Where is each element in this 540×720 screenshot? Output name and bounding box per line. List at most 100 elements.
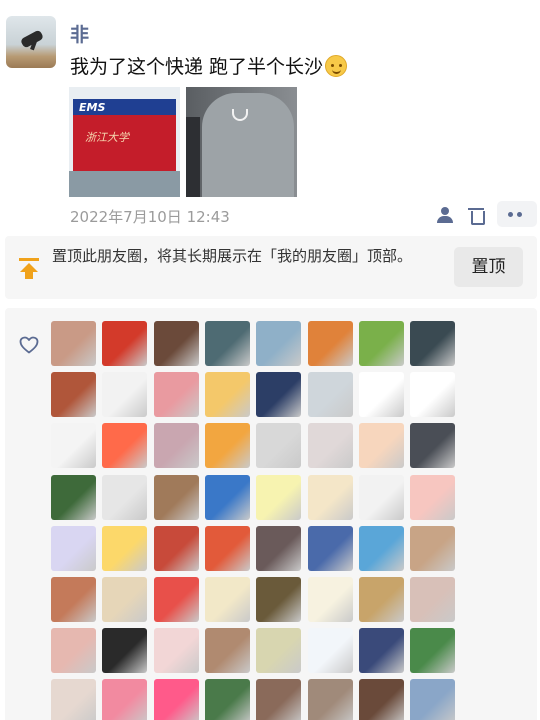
liker-avatar[interactable] (410, 628, 456, 674)
liker-avatar[interactable] (204, 423, 250, 469)
liker-avatar-image (307, 679, 353, 720)
liker-avatar[interactable] (204, 628, 250, 674)
liker-avatar[interactable] (51, 423, 96, 469)
liker-avatar[interactable] (410, 423, 456, 469)
person-icon[interactable] (436, 207, 456, 223)
liker-avatar[interactable] (358, 321, 404, 366)
liker-avatar[interactable] (410, 474, 456, 520)
photo-shirt (202, 93, 294, 197)
liker-avatar[interactable] (153, 423, 199, 469)
liker-avatar-image (153, 372, 199, 418)
likes-section (5, 308, 537, 720)
post-photo-2[interactable] (186, 87, 297, 197)
liker-avatar-image (204, 474, 250, 520)
liker-avatar[interactable] (153, 577, 199, 622)
liker-avatar[interactable] (410, 525, 456, 571)
liker-avatar[interactable] (153, 679, 199, 720)
liker-avatar-image (204, 525, 250, 571)
liker-avatar[interactable] (51, 679, 96, 720)
liker-avatar[interactable] (256, 525, 302, 571)
photo-chair (186, 117, 200, 197)
heart-icon (19, 336, 39, 354)
liker-avatar[interactable] (102, 474, 148, 520)
liker-avatar-image (102, 525, 148, 571)
liker-avatar[interactable] (51, 372, 96, 418)
liker-avatar-image (204, 321, 250, 366)
liker-avatar[interactable] (358, 423, 404, 469)
post-photo-1[interactable]: EMS 浙江大学 (69, 87, 180, 197)
liker-avatar[interactable] (51, 525, 96, 571)
liker-avatar-image (307, 577, 353, 622)
liker-avatar[interactable] (102, 372, 148, 418)
pin-to-top-card: 置顶此朋友圈，将其长期展示在「我的朋友圈」顶部。 置顶 (5, 236, 537, 299)
liker-avatar[interactable] (307, 423, 353, 469)
liker-avatar[interactable] (307, 525, 353, 571)
liker-avatar[interactable] (256, 628, 302, 674)
liker-avatar[interactable] (256, 474, 302, 520)
liker-avatar[interactable] (204, 321, 250, 366)
more-icon-dot (517, 212, 522, 217)
liker-avatar[interactable] (204, 372, 250, 418)
liker-avatar[interactable] (256, 679, 302, 720)
liker-avatar[interactable] (307, 474, 353, 520)
liker-avatar-image (410, 474, 456, 520)
author-avatar[interactable] (6, 16, 56, 68)
trash-icon[interactable] (468, 207, 485, 225)
liker-avatar[interactable] (153, 525, 199, 571)
liker-avatar[interactable] (358, 679, 404, 720)
liker-avatar-image (358, 423, 404, 469)
liker-avatar-image (358, 577, 404, 622)
liker-avatar[interactable] (307, 679, 353, 720)
liker-avatar[interactable] (102, 577, 148, 622)
liker-avatar[interactable] (307, 372, 353, 418)
liker-avatar[interactable] (204, 525, 250, 571)
liker-avatar[interactable] (51, 321, 96, 366)
liker-avatar[interactable] (51, 577, 96, 622)
liker-avatar[interactable] (153, 321, 199, 366)
liker-avatar[interactable] (102, 321, 148, 366)
liker-avatar[interactable] (204, 577, 250, 622)
liker-avatar[interactable] (204, 679, 250, 720)
liker-avatar-image (153, 525, 199, 571)
liker-avatar-image (51, 321, 96, 366)
liker-avatar-image (51, 474, 96, 520)
liker-avatar-image (51, 423, 96, 469)
liker-avatar[interactable] (358, 525, 404, 571)
liker-avatar[interactable] (256, 372, 302, 418)
liker-avatar[interactable] (51, 628, 96, 674)
liker-avatar[interactable] (410, 577, 456, 622)
liker-avatar[interactable] (256, 321, 302, 366)
liker-avatar-image (51, 577, 96, 622)
liker-avatar[interactable] (256, 577, 302, 622)
liker-avatar[interactable] (153, 628, 199, 674)
liker-avatar[interactable] (307, 321, 353, 366)
liker-avatar[interactable] (153, 474, 199, 520)
liker-avatar-image (410, 577, 456, 622)
pin-to-top-button[interactable]: 置顶 (454, 247, 523, 287)
more-button[interactable] (497, 201, 537, 227)
liker-avatar[interactable] (410, 372, 456, 418)
liker-avatar-image (307, 474, 353, 520)
liker-avatar-image (102, 679, 148, 720)
liker-avatar[interactable] (358, 577, 404, 622)
liker-avatar[interactable] (204, 474, 250, 520)
author-name[interactable]: 非 (70, 20, 89, 47)
liker-avatar[interactable] (358, 628, 404, 674)
liker-avatar[interactable] (51, 474, 96, 520)
liker-avatar[interactable] (102, 679, 148, 720)
liker-avatar-image (102, 372, 148, 418)
liker-avatar[interactable] (410, 679, 456, 720)
liker-avatar[interactable] (102, 628, 148, 674)
liker-avatar[interactable] (307, 577, 353, 622)
liker-avatar[interactable] (153, 372, 199, 418)
liker-avatar-image (204, 679, 250, 720)
liker-avatar[interactable] (102, 423, 148, 469)
liker-avatar-image (102, 577, 148, 622)
liker-avatar[interactable] (410, 321, 456, 366)
liker-avatar[interactable] (256, 423, 302, 469)
liker-avatar[interactable] (307, 628, 353, 674)
liker-avatar[interactable] (102, 525, 148, 571)
liker-avatar-image (410, 628, 456, 674)
liker-avatar[interactable] (358, 372, 404, 418)
liker-avatar[interactable] (358, 474, 404, 520)
